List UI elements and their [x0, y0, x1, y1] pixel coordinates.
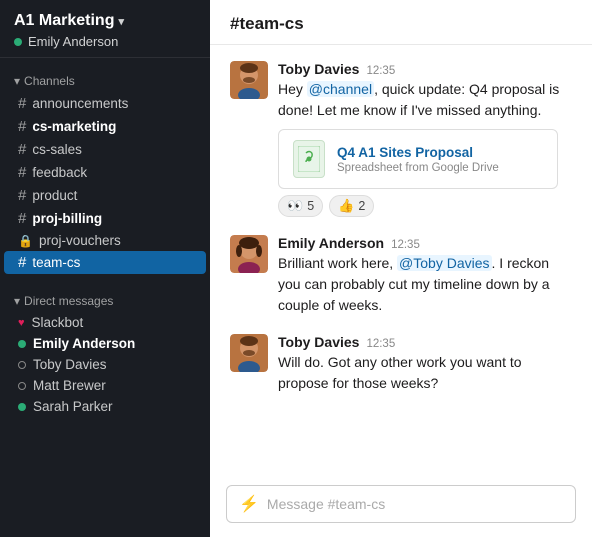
sidebar-item-team-cs[interactable]: # team-cs [4, 251, 206, 274]
message-input-placeholder[interactable]: Message #team-cs [267, 496, 563, 512]
sidebar-item-announcements[interactable]: # announcements [4, 92, 206, 115]
sidebar-item-proj-billing[interactable]: # proj-billing [4, 207, 206, 230]
sidebar-item-feedback[interactable]: # feedback [4, 161, 206, 184]
channel-label: team-cs [32, 255, 80, 270]
lock-icon: 🔒 [18, 234, 33, 248]
channel-label: proj-vouchers [39, 233, 121, 248]
attachment-subtitle: Spreadsheet from Google Drive [337, 162, 499, 174]
message-3-text: Will do. Got any other work you want to … [278, 352, 572, 394]
sender-name: Emily Anderson [278, 235, 384, 251]
channel-label: cs-sales [32, 142, 82, 157]
attachment-doc-icon [293, 140, 325, 178]
dm-toby-davies[interactable]: Toby Davies [4, 354, 206, 375]
channels-section: ▾ Channels # announcements # cs-marketin… [0, 58, 210, 278]
reaction-count: 2 [358, 199, 365, 213]
workspace-header: A1 Marketing ▾ Emily Anderson [0, 0, 210, 58]
channel-label: product [32, 188, 77, 203]
main-content: #team-cs Toby Davies [210, 0, 592, 537]
sidebar-item-proj-vouchers[interactable]: 🔒 proj-vouchers [4, 230, 206, 251]
workspace-name-label: A1 Marketing [14, 12, 114, 30]
sidebar-item-cs-sales[interactable]: # cs-sales [4, 138, 206, 161]
mention-toby: @Toby Davies [397, 255, 491, 271]
reaction-thumbsup[interactable]: 👍 2 [329, 195, 374, 217]
status-dot [18, 403, 26, 411]
dm-slackbot[interactable]: ♥ Slackbot [4, 312, 206, 333]
message-2-text: Brilliant work here, @Toby Davies. I rec… [278, 253, 572, 316]
message-input-area: ⚡ Message #team-cs [210, 477, 592, 537]
dm-matt-brewer[interactable]: Matt Brewer [4, 375, 206, 396]
channel-label: announcements [32, 96, 128, 111]
sidebar-item-cs-marketing[interactable]: # cs-marketing [4, 115, 206, 138]
dm-sarah-parker[interactable]: Sarah Parker [4, 396, 206, 417]
channel-title: #team-cs [230, 14, 304, 33]
status-dot [18, 340, 26, 348]
hash-icon: # [18, 118, 26, 135]
message-3-header: Toby Davies 12:35 [278, 334, 572, 350]
avatar-toby-2 [230, 334, 268, 372]
reaction-eyes[interactable]: 👀 5 [278, 195, 323, 217]
sidebar: A1 Marketing ▾ Emily Anderson ▾ Channels… [0, 0, 210, 537]
message-3-content: Toby Davies 12:35 Will do. Got any other… [278, 334, 572, 394]
messages-area: Toby Davies 12:35 Hey @channel, quick up… [210, 45, 592, 477]
message-1-header: Toby Davies 12:35 [278, 61, 572, 77]
reaction-count: 5 [307, 199, 314, 213]
status-dot-green [14, 38, 22, 46]
chevron-down-icon: ▾ [14, 294, 20, 308]
dm-label: Emily Anderson [33, 336, 135, 351]
hash-icon: # [18, 164, 26, 181]
message-time: 12:35 [366, 338, 395, 350]
dm-label: Slackbot [32, 315, 84, 330]
sidebar-item-product[interactable]: # product [4, 184, 206, 207]
message-2-content: Emily Anderson 12:35 Brilliant work here… [278, 235, 572, 316]
channel-label: cs-marketing [32, 119, 116, 134]
mention-channel: @channel [307, 81, 374, 97]
dm-label: Sarah Parker [33, 399, 113, 414]
message-1-text: Hey @channel, quick update: Q4 proposal … [278, 79, 572, 121]
dm-section: ▾ Direct messages ♥ Slackbot Emily Ander… [0, 278, 210, 421]
channels-header-label: Channels [24, 74, 75, 88]
avatar-toby [230, 61, 268, 99]
message-time: 12:35 [391, 239, 420, 251]
status-dot [18, 361, 26, 369]
channels-header[interactable]: ▾ Channels [0, 72, 210, 92]
current-user-name: Emily Anderson [28, 34, 118, 49]
chevron-down-icon: ▾ [14, 74, 20, 88]
status-dot [18, 382, 26, 390]
channel-label: feedback [32, 165, 87, 180]
workspace-name[interactable]: A1 Marketing ▾ [14, 12, 196, 30]
hash-icon: # [18, 141, 26, 158]
message-1: Toby Davies 12:35 Hey @channel, quick up… [230, 61, 572, 217]
heart-icon: ♥ [18, 317, 25, 329]
hash-icon: # [18, 210, 26, 227]
avatar-emily [230, 235, 268, 273]
reactions-msg1: 👀 5 👍 2 [278, 195, 572, 217]
message-2: Emily Anderson 12:35 Brilliant work here… [230, 235, 572, 316]
dm-label: Matt Brewer [33, 378, 106, 393]
dm-header[interactable]: ▾ Direct messages [0, 292, 210, 312]
message-time: 12:35 [366, 65, 395, 77]
message-2-header: Emily Anderson 12:35 [278, 235, 572, 251]
emoji-thumbsup: 👍 [338, 198, 354, 214]
message-input-box[interactable]: ⚡ Message #team-cs [226, 485, 576, 523]
dm-emily-anderson[interactable]: Emily Anderson [4, 333, 206, 354]
channel-label: proj-billing [32, 211, 102, 226]
hash-icon: # [18, 95, 26, 112]
hash-icon: # [18, 187, 26, 204]
sender-name: Toby Davies [278, 334, 359, 350]
attachment-q4[interactable]: Q4 A1 Sites Proposal Spreadsheet from Go… [278, 129, 558, 189]
message-3: Toby Davies 12:35 Will do. Got any other… [230, 334, 572, 394]
channel-header: #team-cs [210, 0, 592, 45]
dm-label: Toby Davies [33, 357, 107, 372]
message-1-content: Toby Davies 12:35 Hey @channel, quick up… [278, 61, 572, 217]
attachment-title: Q4 A1 Sites Proposal [337, 145, 499, 160]
dm-header-label: Direct messages [24, 294, 113, 308]
sender-name: Toby Davies [278, 61, 359, 77]
hash-icon: # [18, 254, 26, 271]
attachment-details: Q4 A1 Sites Proposal Spreadsheet from Go… [337, 145, 499, 174]
emoji-eyes: 👀 [287, 198, 303, 214]
user-status: Emily Anderson [14, 34, 196, 49]
workspace-chevron-icon: ▾ [118, 15, 124, 28]
lightning-icon: ⚡ [239, 494, 259, 514]
